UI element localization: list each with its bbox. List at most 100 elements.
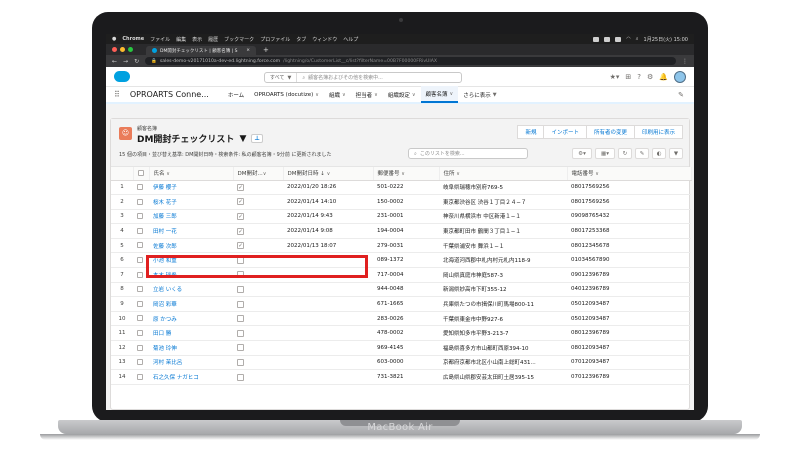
table-row[interactable]: 8 立岩 いくる 944-0048 新潟県妙高市下町355-12 04012396789 (111, 282, 691, 298)
table-row[interactable]: 11 田口 勝 478-0002 愛知県知多市平野3-213-7 08012396789 (111, 325, 691, 342)
row-checkbox[interactable] (137, 344, 143, 351)
table-row[interactable]: 9 岡沼 彩華 671-1665 兵庫県たつの市揖保川町馬場800-11 0501209… (111, 296, 691, 312)
extensions-icon[interactable]: ⋮ (682, 58, 688, 65)
chevron-down-icon[interactable]: ∨ (450, 91, 454, 97)
table-row[interactable]: 4 田村 一花 ✓ 2022/01/14 9:08 194-0004 東京都町田市 鶴間３… (111, 223, 691, 239)
customer-name-link[interactable]: 河村 茉比呂 (149, 355, 233, 371)
mac-menu-item[interactable]: プロファイル (260, 36, 290, 43)
table-row[interactable]: 12 菊池 玲伸 969-4145 福島県喜多方市山都町西原394-10 0801209… (111, 340, 691, 356)
customer-name-link[interactable]: 田口 勝 (149, 325, 233, 342)
search-icon[interactable]: ⌕ (636, 36, 639, 42)
row-checkbox[interactable] (137, 300, 143, 307)
salesforce-logo-icon[interactable] (114, 71, 130, 82)
wifi-icon[interactable]: ◠ (626, 36, 630, 42)
filter-icon[interactable]: ▼ (669, 148, 683, 159)
row-select[interactable] (133, 194, 149, 210)
app-launcher-icon[interactable]: ⠿ (114, 90, 120, 99)
customer-name-link[interactable]: 田村 一花 (149, 223, 233, 239)
nav-item-org-settings[interactable]: 組織設定 ∨ (383, 86, 421, 103)
chevron-down-icon[interactable]: ∨ (595, 171, 599, 177)
row-checkbox[interactable] (137, 286, 143, 293)
battery-icon[interactable] (615, 36, 622, 42)
mac-menu-item[interactable]: ブックマーク (224, 36, 254, 43)
table-row[interactable]: 6 小池 和重 089-1372 北海道河西郡中札内村元札内118-9 01034567… (111, 252, 691, 269)
column-header-name[interactable]: 氏名 ∨ (149, 167, 234, 181)
column-header-dm-opened-date[interactable]: DM開封日時 ↓ ∨ (283, 167, 374, 181)
search-scope-select[interactable]: すべて ▼ (265, 73, 298, 82)
row-checkbox[interactable] (137, 373, 143, 380)
nav-item-oproarts[interactable]: OPROARTS (docutize) ∨ (249, 86, 324, 103)
select-all-header[interactable] (133, 167, 150, 181)
row-checkbox[interactable] (137, 271, 143, 278)
customer-name-link[interactable]: 小池 和重 (149, 252, 233, 269)
column-header-phone[interactable]: 電話番号 ∨ (567, 167, 692, 181)
pin-icon[interactable]: ⊥ (251, 134, 263, 143)
chevron-down-icon[interactable]: ∨ (401, 171, 405, 177)
new-tab-icon[interactable]: + (263, 46, 269, 55)
customer-name-link[interactable]: 桜木 花子 (149, 194, 233, 210)
row-checkbox[interactable] (137, 184, 143, 191)
chevron-down-icon[interactable]: ∨ (456, 171, 460, 177)
row-checkbox[interactable] (137, 315, 143, 322)
row-select[interactable] (133, 267, 149, 283)
display-as-table-icon[interactable]: ▦▾ (595, 148, 615, 159)
table-row[interactable]: 3 加藤 三郎 ✓ 2022/01/14 9:43 231-0001 神奈川県横浜市 中区… (111, 209, 691, 225)
column-header-zip[interactable]: 郵便番号 ∨ (373, 167, 440, 181)
mac-menu-item[interactable]: Chrome (122, 36, 144, 42)
column-header-address[interactable]: 住所 ∨ (439, 167, 568, 181)
chevron-down-icon[interactable]: ∨ (315, 92, 319, 98)
favorites-icon[interactable]: ★▾ (610, 73, 620, 81)
edit-list-icon[interactable]: ✎ (635, 148, 649, 159)
nav-item-contacts[interactable]: 担当者 ∨ (351, 86, 383, 103)
mac-menu-item[interactable]: 編集 (176, 36, 186, 43)
new-button[interactable]: 新規 (517, 125, 545, 139)
chevron-down-icon[interactable]: ▼ (493, 92, 497, 98)
list-view-switcher-icon[interactable]: ▼ (239, 134, 246, 144)
notifications-bell-icon[interactable]: 🔔 (659, 73, 668, 81)
nav-item-customer-list[interactable]: 顧客名簿 ∨ (420, 86, 459, 103)
table-row[interactable]: 13 河村 茉比呂 603-0000 京都府京都市北区小山南上総町431... 0701… (111, 355, 691, 371)
browser-tab[interactable]: DM開封チェックリスト | 顧客名簿 | S × (146, 46, 256, 55)
mac-menu-item[interactable]: 表示 (192, 36, 202, 43)
row-select[interactable] (133, 355, 149, 371)
row-select[interactable] (133, 369, 149, 385)
apple-icon[interactable]: ● (112, 36, 116, 42)
chevron-down-icon[interactable]: ∨ (263, 171, 267, 177)
help-icon[interactable]: ? (637, 73, 641, 81)
customer-name-link[interactable]: 本木 瑞希 (149, 267, 233, 283)
chevron-down-icon[interactable]: ∨ (342, 92, 346, 98)
edit-nav-icon[interactable]: ✎ (678, 91, 684, 99)
row-checkbox[interactable] (137, 213, 143, 220)
refresh-icon[interactable]: ↻ (618, 148, 632, 159)
reload-icon[interactable]: ↻ (134, 58, 139, 65)
customer-name-link[interactable]: 原 かつみ (149, 311, 233, 327)
row-checkbox[interactable] (137, 359, 143, 366)
mac-menu-item[interactable]: ヘルプ (343, 36, 358, 43)
mac-menu-item[interactable]: ファイル (150, 36, 170, 43)
close-window-icon[interactable] (112, 47, 117, 52)
customer-name-link[interactable]: 加藤 三郎 (149, 209, 233, 225)
row-checkbox[interactable] (137, 329, 143, 336)
forward-icon[interactable]: → (123, 58, 128, 65)
nav-item-accounts[interactable]: 組織 ∨ (324, 86, 351, 103)
row-select[interactable] (133, 238, 149, 254)
change-owner-button[interactable]: 所有者の変更 (586, 125, 635, 139)
mac-menu-item[interactable]: 履歴 (208, 36, 218, 43)
row-checkbox[interactable] (137, 242, 143, 249)
table-row[interactable]: 7 本木 瑞希 717-0004 岡山県真庭市神庭587-3 09012396789 (111, 267, 691, 283)
row-checkbox[interactable] (137, 227, 143, 234)
import-button[interactable]: インポート (544, 125, 587, 139)
row-select[interactable] (133, 180, 149, 196)
close-tab-icon[interactable]: × (246, 48, 250, 53)
row-select[interactable] (133, 282, 149, 298)
address-bar[interactable]: 🔒 sales-demo-v20171010a-dev-ed.lightning… (145, 57, 676, 65)
table-row[interactable]: 14 石之久保 ナガヒコ 731-3821 広島県山県郡安芸太田町土居395-15 07… (111, 369, 691, 385)
table-row[interactable]: 1 伊藤 櫻子 ✓ 2022/01/20 18:26 501-0222 岐阜県瑞穂市別府7… (111, 180, 691, 196)
list-search-input[interactable]: ⌕ このリストを検索... (408, 148, 528, 159)
chevron-down-icon[interactable]: ∨ (374, 92, 378, 98)
customer-name-link[interactable]: 菊池 玲伸 (149, 340, 233, 356)
row-select[interactable] (133, 325, 149, 342)
zoom-window-icon[interactable] (128, 47, 133, 52)
row-select[interactable] (133, 223, 149, 239)
setup-gear-icon[interactable]: ⚙ (647, 73, 653, 81)
